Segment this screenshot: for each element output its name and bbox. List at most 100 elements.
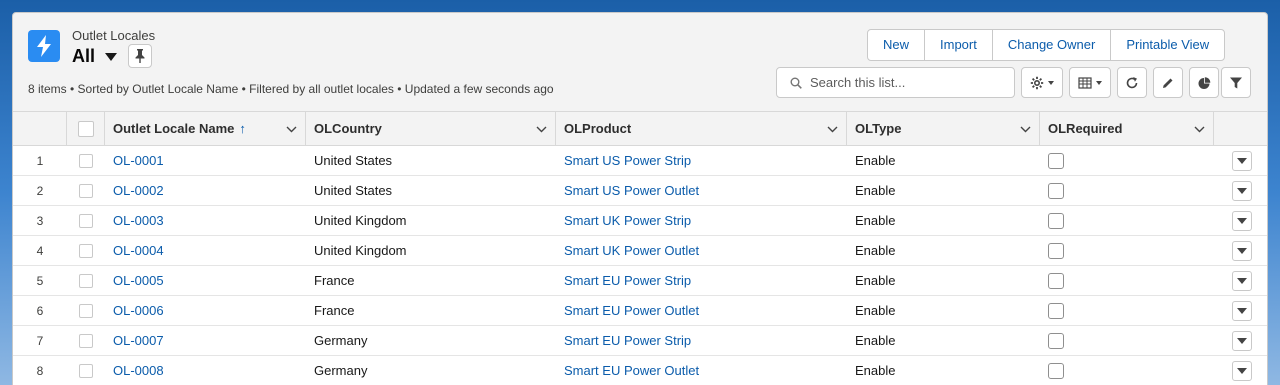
row-number: 2	[13, 175, 67, 206]
row-select-checkbox[interactable]	[79, 184, 93, 199]
country-cell: United Kingdom	[306, 205, 556, 236]
chevron-down-icon[interactable]	[1020, 121, 1031, 136]
refresh-button[interactable]	[1117, 67, 1147, 98]
row-number: 1	[13, 145, 67, 176]
row-actions-button[interactable]	[1231, 240, 1252, 261]
printable-view-button[interactable]: Printable View	[1110, 30, 1224, 60]
required-checkbox	[1048, 182, 1064, 199]
product-link[interactable]: Smart UK Power Strip	[564, 213, 691, 228]
charts-button[interactable]	[1189, 67, 1219, 98]
list-view-switcher: All	[72, 44, 153, 68]
list-header: Outlet Locales All 8 items • Sorted by O…	[13, 13, 1267, 111]
change-owner-button[interactable]: Change Owner	[991, 30, 1110, 60]
country-cell: Germany	[306, 355, 556, 385]
required-checkbox	[1048, 212, 1064, 229]
list-settings-button[interactable]	[1021, 67, 1063, 98]
gear-icon	[1030, 76, 1044, 89]
row-actions-button[interactable]	[1231, 180, 1252, 201]
row-select-checkbox[interactable]	[79, 304, 93, 319]
type-cell: Enable	[847, 355, 1040, 385]
column-header-product[interactable]: OLProduct	[556, 112, 847, 146]
row-actions-button[interactable]	[1231, 270, 1252, 291]
table-row: 1 OL-0001 United States Smart US Power S…	[13, 145, 1267, 176]
record-name-link[interactable]: OL-0002	[113, 183, 164, 198]
import-button[interactable]: Import	[924, 30, 992, 60]
edit-list-button[interactable]	[1153, 67, 1183, 98]
column-label-type: OLType	[855, 121, 902, 136]
filter-icon	[1230, 77, 1242, 88]
search-box	[776, 67, 1015, 98]
object-label: Outlet Locales	[72, 28, 156, 43]
table-row: 3 OL-0003 United Kingdom Smart UK Power …	[13, 205, 1267, 236]
type-cell: Enable	[847, 145, 1040, 176]
chevron-down-icon[interactable]	[827, 121, 838, 136]
column-label-required: OLRequired	[1048, 121, 1123, 136]
row-actions-button[interactable]	[1231, 150, 1252, 171]
product-link[interactable]: Smart UK Power Outlet	[564, 243, 699, 258]
row-actions-button[interactable]	[1231, 210, 1252, 231]
display-as-button[interactable]	[1069, 67, 1111, 98]
row-actions-button[interactable]	[1231, 360, 1252, 381]
country-cell: Germany	[306, 325, 556, 356]
lightning-bolt-icon	[28, 30, 60, 62]
country-cell: United Kingdom	[306, 235, 556, 266]
row-select-checkbox[interactable]	[79, 154, 93, 169]
row-actions-header	[1214, 112, 1267, 146]
pin-list-button[interactable]	[128, 44, 153, 68]
product-link[interactable]: Smart EU Power Outlet	[564, 303, 699, 318]
product-link[interactable]: Smart EU Power Strip	[564, 333, 691, 348]
record-name-link[interactable]: OL-0008	[113, 363, 164, 378]
list-view-name[interactable]: All	[72, 46, 95, 67]
row-select-checkbox[interactable]	[79, 274, 93, 289]
record-name-link[interactable]: OL-0003	[113, 213, 164, 228]
chevron-down-icon	[1096, 80, 1102, 85]
list-view-dropdown-icon[interactable]	[105, 53, 118, 61]
country-cell: United States	[306, 145, 556, 176]
search-input[interactable]	[810, 75, 1010, 90]
type-cell: Enable	[847, 325, 1040, 356]
column-label-country: OLCountry	[314, 121, 382, 136]
table-row: 8 OL-0008 Germany Smart EU Power Outlet …	[13, 355, 1267, 385]
row-number: 5	[13, 265, 67, 296]
column-header-country[interactable]: OLCountry	[306, 112, 556, 146]
filter-button[interactable]	[1221, 67, 1251, 98]
row-select-checkbox[interactable]	[79, 364, 93, 379]
chevron-down-icon[interactable]	[1194, 121, 1205, 136]
required-checkbox	[1048, 302, 1064, 319]
product-link[interactable]: Smart US Power Strip	[564, 153, 691, 168]
column-header-name[interactable]: Outlet Locale Name ↑	[105, 112, 306, 146]
list-metadata: 8 items • Sorted by Outlet Locale Name •…	[28, 82, 554, 96]
chevron-down-icon[interactable]	[286, 121, 297, 136]
chevron-down-icon[interactable]	[536, 121, 547, 136]
column-header-type[interactable]: OLType	[847, 112, 1040, 146]
record-name-link[interactable]: OL-0005	[113, 273, 164, 288]
new-button[interactable]: New	[868, 30, 924, 60]
type-cell: Enable	[847, 235, 1040, 266]
product-link[interactable]: Smart EU Power Outlet	[564, 363, 699, 378]
list-actions: New Import Change Owner Printable View	[867, 29, 1226, 61]
row-select-checkbox[interactable]	[79, 334, 93, 349]
column-header-required[interactable]: OLRequired	[1040, 112, 1214, 146]
row-actions-button[interactable]	[1231, 330, 1252, 351]
country-cell: France	[306, 295, 556, 326]
required-checkbox	[1048, 272, 1064, 289]
row-select-checkbox[interactable]	[79, 214, 93, 229]
row-actions-button[interactable]	[1231, 300, 1252, 321]
column-label-name: Outlet Locale Name	[113, 121, 235, 136]
type-cell: Enable	[847, 205, 1040, 236]
record-name-link[interactable]: OL-0001	[113, 153, 164, 168]
record-name-link[interactable]: OL-0006	[113, 303, 164, 318]
select-all-checkbox[interactable]	[77, 120, 94, 137]
record-name-link[interactable]: OL-0007	[113, 333, 164, 348]
sort-ascending-icon[interactable]: ↑	[239, 121, 246, 136]
row-number: 4	[13, 235, 67, 266]
column-label-product: OLProduct	[564, 121, 632, 136]
table-icon	[1078, 76, 1092, 89]
product-link[interactable]: Smart EU Power Strip	[564, 273, 691, 288]
refresh-icon	[1126, 76, 1138, 88]
product-link[interactable]: Smart US Power Outlet	[564, 183, 699, 198]
row-select-checkbox[interactable]	[79, 244, 93, 259]
record-name-link[interactable]: OL-0004	[113, 243, 164, 258]
required-checkbox	[1048, 362, 1064, 379]
table-row: 5 OL-0005 France Smart EU Power Strip En…	[13, 265, 1267, 296]
